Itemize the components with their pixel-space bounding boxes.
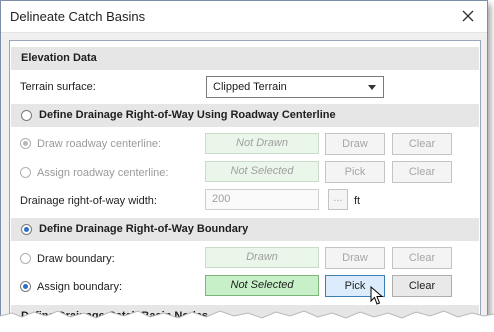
pick-centerline-button[interactable]: Pick	[325, 161, 385, 183]
assign-centerline-label: Assign roadway centerline:	[37, 167, 169, 179]
form-panel: Elevation Data Terrain surface: Clipped …	[9, 40, 481, 323]
draw-centerline-status: Not Drawn	[205, 133, 319, 154]
row-width-ellipsis-button[interactable]: ...	[328, 189, 348, 210]
section-title: Define Drainage Right-of-Way Using Roadw…	[39, 109, 336, 121]
draw-centerline-button[interactable]: Draw	[325, 133, 385, 155]
draw-boundary-radio[interactable]	[20, 253, 31, 264]
section-title: Define Drainage Right-of-Way Boundary	[39, 223, 249, 235]
terrain-surface-select[interactable]: Clipped Terrain	[206, 76, 384, 98]
assign-boundary-label: Assign boundary:	[37, 281, 122, 293]
section-elevation-data: Elevation Data	[11, 47, 479, 70]
assign-boundary-radio[interactable]	[20, 281, 31, 292]
title-bar: Delineate Catch Basins	[1, 1, 487, 33]
assign-centerline-radio[interactable]	[20, 167, 31, 178]
draw-centerline-label: Draw roadway centerline:	[37, 138, 162, 150]
row-width-input[interactable]: 200	[205, 189, 319, 210]
clear-centerline-draw-button[interactable]: Clear	[392, 133, 452, 155]
close-icon[interactable]	[457, 5, 479, 27]
section-boundary[interactable]: Define Drainage Right-of-Way Boundary	[11, 218, 479, 241]
row-width-label: Drainage right-of-way width:	[20, 195, 157, 207]
row-width-unit: ft	[354, 195, 361, 207]
draw-boundary-button[interactable]: Draw	[325, 247, 385, 269]
clear-boundary-draw-button[interactable]: Clear	[392, 247, 452, 269]
draw-centerline-radio[interactable]	[20, 138, 31, 149]
assign-boundary-status: Not Selected	[205, 275, 319, 296]
draw-boundary-label: Draw boundary:	[37, 253, 115, 265]
chevron-down-icon	[368, 85, 376, 90]
assign-centerline-status: Not Selected	[205, 161, 319, 182]
section-roadway-centerline[interactable]: Define Drainage Right-of-Way Using Roadw…	[11, 104, 479, 127]
boundary-radio[interactable]	[21, 224, 32, 235]
dialog-window: Delineate Catch Basins Elevation Data Te…	[0, 0, 488, 324]
draw-boundary-status: Drawn	[205, 247, 319, 268]
clear-boundary-assign-button[interactable]: Clear	[392, 275, 452, 297]
dialog-title: Delineate Catch Basins	[10, 9, 146, 24]
terrain-surface-label: Terrain surface:	[20, 81, 96, 93]
mouse-pointer-icon	[370, 286, 384, 305]
terrain-surface-value: Clipped Terrain	[213, 81, 287, 93]
section-title: Elevation Data	[21, 52, 97, 64]
centerline-radio[interactable]	[21, 110, 32, 121]
torn-edge	[0, 310, 494, 332]
clear-centerline-assign-button[interactable]: Clear	[392, 161, 452, 183]
